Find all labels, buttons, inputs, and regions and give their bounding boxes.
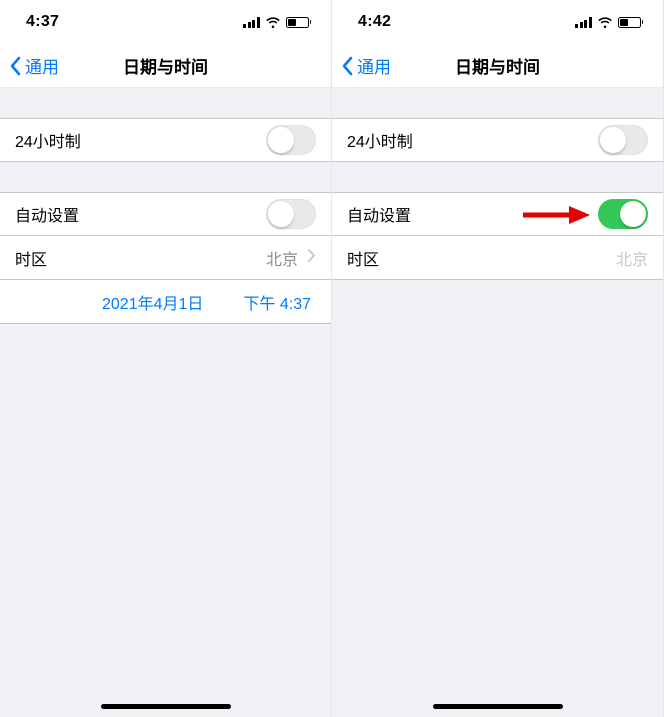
row-datetime[interactable]: 2021年4月1日 下午 4:37 (0, 280, 331, 324)
home-indicator[interactable] (101, 704, 231, 709)
home-indicator[interactable] (433, 704, 563, 709)
row-tz-value: 北京 (266, 246, 298, 270)
row-timezone: 时区 北京 (332, 236, 663, 280)
datetime-time[interactable]: 下午 4:37 (243, 290, 311, 314)
battery-icon (286, 17, 312, 28)
wifi-icon (597, 16, 613, 28)
status-bar: 4:42 (332, 0, 663, 44)
wifi-icon (265, 16, 281, 28)
signal-icon (575, 17, 592, 28)
row-timezone[interactable]: 时区 北京 (0, 236, 331, 280)
row-tz-label: 时区 (15, 246, 266, 270)
back-button[interactable]: 通用 (332, 53, 391, 78)
screen-right: 4:42 通用 日期与时间 24小时制 自动设置 时区 (332, 0, 664, 717)
row-auto-label: 自动设置 (15, 202, 266, 226)
row-24h-label: 24小时制 (15, 128, 266, 152)
row-24h[interactable]: 24小时制 (0, 118, 331, 162)
content-area (332, 280, 663, 717)
switch-24h[interactable] (266, 125, 316, 155)
battery-icon (618, 17, 644, 28)
content-area (0, 324, 331, 717)
row-auto[interactable]: 自动设置 (0, 192, 331, 236)
row-24h-label: 24小时制 (347, 128, 598, 152)
row-24h[interactable]: 24小时制 (332, 118, 663, 162)
switch-auto[interactable] (266, 199, 316, 229)
status-right (243, 16, 311, 28)
row-tz-label: 时区 (347, 246, 616, 270)
screen-left: 4:37 通用 日期与时间 24小时制 自动设置 时区 (0, 0, 332, 717)
status-bar: 4:37 (0, 0, 331, 44)
chevron-left-icon (9, 56, 21, 76)
nav-bar: 通用 日期与时间 (332, 44, 663, 88)
nav-bar: 通用 日期与时间 (0, 44, 331, 88)
signal-icon (243, 17, 260, 28)
back-label: 通用 (357, 53, 391, 78)
back-button[interactable]: 通用 (0, 53, 59, 78)
datetime-date[interactable]: 2021年4月1日 (102, 290, 203, 314)
back-label: 通用 (25, 53, 59, 78)
status-time: 4:37 (26, 13, 59, 31)
switch-24h[interactable] (598, 125, 648, 155)
section-24h: 24小时制 (332, 118, 663, 162)
section-auto: 自动设置 时区 北京 (332, 192, 663, 280)
row-tz-value: 北京 (616, 246, 648, 270)
status-time: 4:42 (358, 13, 391, 31)
chevron-right-icon (308, 249, 316, 267)
switch-auto[interactable] (598, 199, 648, 229)
row-auto[interactable]: 自动设置 (332, 192, 663, 236)
row-auto-label: 自动设置 (347, 202, 598, 226)
status-right (575, 16, 643, 28)
section-auto: 自动设置 时区 北京 2021年4月1日 下午 4:37 (0, 192, 331, 324)
chevron-left-icon (341, 56, 353, 76)
section-24h: 24小时制 (0, 118, 331, 162)
